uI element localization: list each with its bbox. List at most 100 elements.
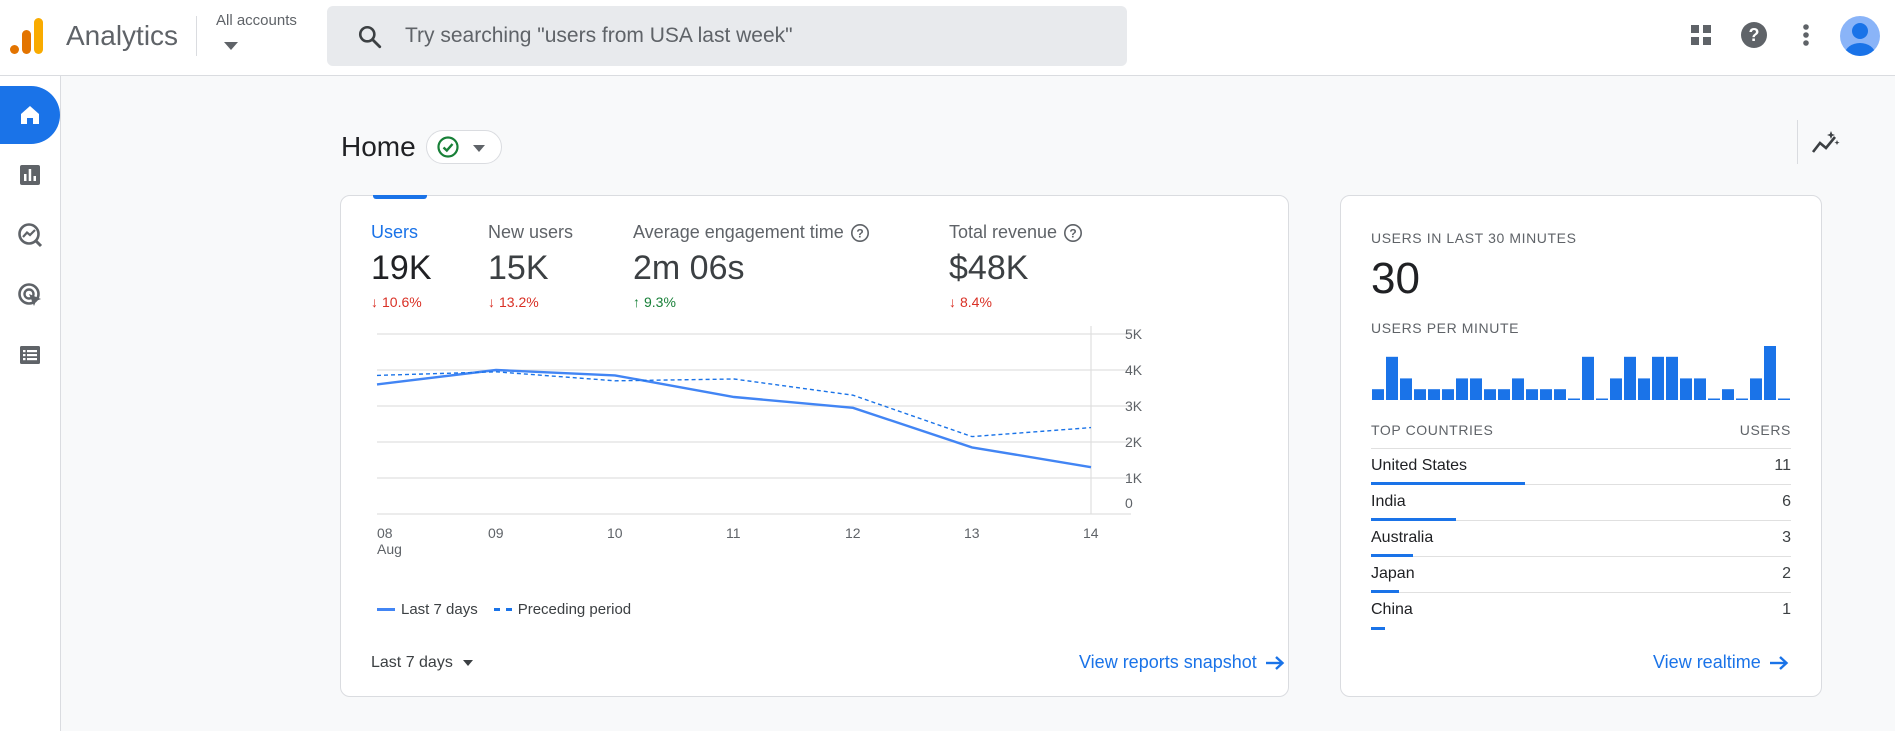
- minute-bar: [1428, 389, 1440, 400]
- users-per-minute-label: USERS PER MINUTE: [1371, 320, 1520, 336]
- minute-bar: [1694, 378, 1706, 400]
- country-users: 1: [1782, 601, 1791, 618]
- minute-bar: [1568, 398, 1580, 400]
- metric-label: Total revenue: [949, 222, 1058, 242]
- overview-card: Users 19K ↓ 10.6% New users 15K ↓ 13.2% Av…: [340, 195, 1289, 697]
- country-share-bar: [1371, 627, 1385, 630]
- minute-bar: [1638, 378, 1650, 400]
- page-title: Home: [341, 131, 416, 162]
- metric-avg-engagement[interactable]: Average engagement time ? 2m 06s ↑ 9.3%: [633, 222, 870, 310]
- insights-button[interactable]: [1808, 126, 1844, 160]
- apps-grid-icon[interactable]: [1684, 18, 1718, 52]
- minute-bar: [1456, 378, 1468, 400]
- country-row[interactable]: United States 11: [1371, 449, 1791, 485]
- arrow-right-icon: [1265, 655, 1285, 670]
- x-tick-label: 14: [1083, 525, 1099, 541]
- view-realtime-link[interactable]: View realtime: [1653, 652, 1789, 673]
- svg-text:?: ?: [1749, 25, 1760, 45]
- top-countries-list: United States 11 India 6 Australia 3 Jap…: [1371, 448, 1791, 630]
- nav-configure[interactable]: [0, 326, 60, 384]
- app-title: Analytics: [66, 20, 179, 51]
- minute-bar: [1582, 356, 1594, 400]
- analytics-logo[interactable]: [8, 16, 46, 56]
- caret-down-icon: [473, 145, 485, 152]
- date-range-dropdown[interactable]: Last 7 days: [371, 654, 473, 672]
- insights-icon: [1811, 131, 1840, 153]
- metric-new-users[interactable]: New users 15K ↓ 13.2%: [488, 222, 573, 310]
- legend-label: Preceding period: [517, 601, 632, 618]
- country-row[interactable]: China 1: [1371, 593, 1791, 630]
- advertising-icon: [18, 283, 41, 306]
- arrow-up-icon: ↑: [633, 294, 640, 310]
- y-tick-label: 4K: [1125, 362, 1143, 378]
- country-row[interactable]: India 6: [1371, 485, 1791, 521]
- top-bar: Analytics All accounts ?: [0, 0, 1895, 76]
- nav-advertising[interactable]: [0, 266, 60, 324]
- avatar[interactable]: [1840, 16, 1880, 56]
- help-icon[interactable]: ?: [1737, 18, 1771, 52]
- minute-bar: [1778, 398, 1790, 400]
- minute-bar: [1526, 389, 1538, 400]
- y-tick-label: 3K: [1125, 398, 1143, 414]
- country-users: 6: [1782, 493, 1791, 510]
- metric-delta: 8.4%: [960, 294, 992, 310]
- country-row[interactable]: Japan 2: [1371, 557, 1791, 593]
- legend-item-last-7-days: Last 7 days: [377, 601, 478, 618]
- country-row[interactable]: Australia 3: [1371, 521, 1791, 557]
- minute-bar: [1708, 398, 1720, 400]
- check-circle-icon: [437, 136, 459, 158]
- x-tick-sublabel: Aug: [377, 541, 402, 557]
- metric-value: 15K: [488, 249, 549, 287]
- help-outline-icon[interactable]: ?: [1063, 223, 1083, 243]
- left-nav: [0, 76, 61, 731]
- legend-label: Last 7 days: [401, 601, 478, 618]
- minute-bar: [1596, 398, 1608, 400]
- metric-total-revenue[interactable]: Total revenue ? $48K ↓ 8.4%: [949, 222, 1083, 310]
- country-users: 2: [1782, 565, 1791, 582]
- nav-explore[interactable]: [0, 206, 60, 264]
- insights-divider: [1797, 120, 1798, 164]
- minute-bar: [1554, 389, 1566, 400]
- nav-reports[interactable]: [0, 146, 60, 204]
- metric-delta: 10.6%: [382, 294, 422, 310]
- minute-bar: [1372, 389, 1384, 400]
- minute-bar: [1484, 389, 1496, 400]
- arrow-down-icon: ↓: [371, 294, 378, 310]
- legend-item-preceding: Preceding period: [493, 601, 632, 618]
- metric-users[interactable]: Users 19K ↓ 10.6%: [371, 222, 432, 310]
- y-tick-label: 1K: [1125, 470, 1143, 486]
- legend-swatch: [377, 608, 395, 611]
- y-tick-label: 5K: [1125, 326, 1143, 342]
- minute-bar: [1722, 389, 1734, 400]
- search-input[interactable]: [405, 14, 1105, 58]
- users-per-minute-chart: [1372, 346, 1790, 400]
- minute-bar: [1540, 389, 1552, 400]
- minute-bar: [1498, 389, 1510, 400]
- date-range-label: Last 7 days: [371, 654, 453, 671]
- metric-value: 19K: [371, 249, 432, 287]
- minute-bar: [1414, 389, 1426, 400]
- metric-label: New users: [488, 222, 574, 242]
- minute-bar: [1386, 356, 1398, 400]
- search-bar[interactable]: [327, 6, 1127, 66]
- x-tick-label: 13: [964, 525, 980, 541]
- account-selector[interactable]: All accounts: [216, 12, 326, 56]
- minute-bar: [1512, 378, 1524, 400]
- x-tick-label: 09: [488, 525, 504, 541]
- series-line-preceding-period: [376, 371, 1092, 438]
- top-countries-label: TOP COUNTRIES: [1371, 422, 1494, 438]
- caret-down-icon: [224, 42, 238, 50]
- data-status-dropdown[interactable]: [426, 130, 502, 164]
- accounts-label: All accounts: [216, 12, 297, 29]
- view-reports-snapshot-link[interactable]: View reports snapshot: [1079, 652, 1285, 673]
- nav-home[interactable]: [0, 86, 60, 144]
- country-users: 11: [1774, 457, 1791, 474]
- minute-bar: [1610, 378, 1622, 400]
- help-outline-icon[interactable]: ?: [850, 223, 870, 243]
- x-tick-label: 08: [377, 525, 393, 541]
- y-tick-label: 0: [1125, 495, 1133, 511]
- country-users: 3: [1782, 529, 1791, 546]
- minute-bar: [1624, 356, 1636, 400]
- metric-delta: 9.3%: [644, 294, 676, 310]
- more-vert-icon[interactable]: [1789, 18, 1823, 52]
